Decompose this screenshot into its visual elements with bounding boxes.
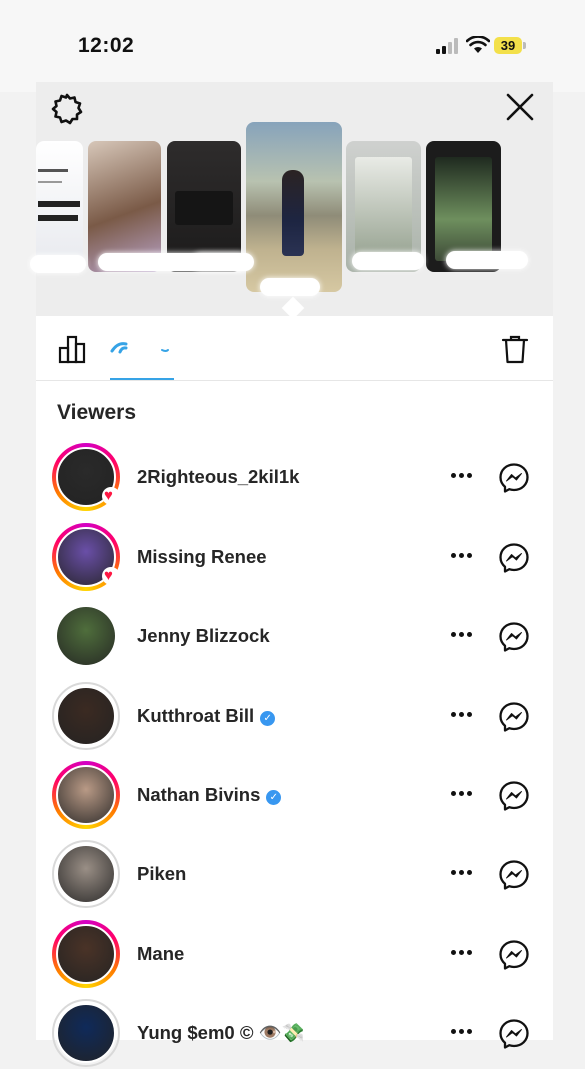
signal-icon — [436, 38, 458, 54]
trash-icon[interactable] — [500, 334, 530, 364]
status-time: 12:02 — [78, 34, 135, 57]
more-options-icon[interactable] — [449, 704, 475, 724]
viewer-username[interactable]: Missing Renee — [137, 546, 267, 568]
viewer-username-text: Kutthroat Bill — [137, 705, 255, 726]
redaction-scribble — [192, 253, 254, 271]
avatar-photo — [56, 686, 116, 746]
avatar-photo — [56, 924, 116, 984]
eye-icon[interactable] — [110, 338, 174, 360]
viewer-username[interactable]: Kutthroat Bill ✓ — [137, 705, 276, 727]
redaction-scribble — [260, 278, 320, 296]
avatar-photo — [56, 844, 116, 904]
redaction-scribble — [352, 252, 424, 270]
avatar-photo — [56, 765, 116, 825]
more-options-icon[interactable] — [449, 545, 475, 565]
messenger-icon[interactable] — [498, 462, 530, 494]
messenger-icon[interactable] — [498, 1018, 530, 1050]
more-options-icon[interactable] — [449, 465, 475, 485]
viewer-username[interactable]: Piken — [137, 863, 186, 885]
avatar[interactable] — [52, 682, 120, 750]
viewer-row[interactable]: Nathan Bivins ✓ — [36, 761, 553, 831]
viewer-row[interactable]: ♥ 2Righteous_2kil1k — [36, 443, 553, 513]
redaction-scribble — [30, 255, 86, 273]
redaction-scribble — [446, 251, 528, 269]
viewer-row[interactable]: ♥ Missing Renee — [36, 523, 553, 593]
avatar-photo — [57, 607, 115, 665]
viewer-username-text: Piken — [137, 863, 187, 884]
messenger-icon[interactable] — [498, 701, 530, 733]
viewer-username-text: Missing Renee — [137, 546, 267, 567]
settings-icon[interactable] — [50, 92, 84, 126]
verified-badge-icon: ✓ — [260, 711, 276, 726]
more-options-icon[interactable] — [449, 624, 475, 644]
avatar[interactable] — [52, 840, 120, 908]
avatar-photo — [56, 1003, 116, 1063]
story-thumbnail-1[interactable] — [36, 141, 83, 272]
messenger-icon[interactable] — [498, 780, 530, 812]
close-icon[interactable] — [503, 90, 537, 124]
battery-icon: 39 — [494, 37, 526, 55]
viewer-username[interactable]: Yung $em0 © 👁️💸 — [137, 1022, 305, 1044]
messenger-icon[interactable] — [498, 542, 530, 574]
viewers-heading: Viewers — [57, 401, 137, 424]
viewer-username-text: 2Righteous_2kil1k — [137, 466, 300, 487]
viewer-username[interactable]: 2Righteous_2kil1k — [137, 466, 299, 488]
viewer-row[interactable]: Piken — [36, 840, 553, 910]
messenger-icon[interactable] — [498, 939, 530, 971]
heart-icon: ♥ — [102, 487, 120, 505]
viewer-username-text: Jenny Blizzock — [137, 625, 270, 646]
story-thumbnail-4-selected[interactable] — [246, 122, 342, 292]
status-bar: 12:02 39 — [0, 0, 585, 92]
viewer-username-text: Nathan Bivins — [137, 784, 261, 805]
messenger-icon[interactable] — [498, 859, 530, 891]
viewer-username-text: Mane — [137, 943, 185, 964]
more-options-icon[interactable] — [449, 862, 475, 882]
viewer-row[interactable]: Mane — [36, 920, 553, 990]
viewer-row[interactable]: Kutthroat Bill ✓ — [36, 682, 553, 752]
viewer-row[interactable]: Yung $em0 © 👁️💸 — [36, 999, 553, 1069]
viewer-username[interactable]: Nathan Bivins ✓ — [137, 784, 282, 806]
avatar[interactable] — [52, 920, 120, 988]
avatar[interactable]: ♥ — [52, 523, 120, 591]
heart-icon: ♥ — [102, 567, 120, 585]
battery-level: 39 — [494, 37, 522, 54]
avatar[interactable] — [52, 602, 120, 670]
more-options-icon[interactable] — [449, 1021, 475, 1041]
avatar[interactable] — [52, 999, 120, 1067]
verified-badge-icon: ✓ — [266, 790, 282, 805]
active-tab-indicator — [110, 378, 174, 380]
avatar[interactable]: ♥ — [52, 443, 120, 511]
viewer-username[interactable]: Mane — [137, 943, 184, 965]
viewer-username[interactable]: Jenny Blizzock — [137, 625, 270, 647]
messenger-icon[interactable] — [498, 621, 530, 653]
more-options-icon[interactable] — [449, 942, 475, 962]
more-options-icon[interactable] — [449, 783, 475, 803]
avatar[interactable] — [52, 761, 120, 829]
bar-chart-icon[interactable] — [58, 334, 88, 364]
wifi-icon — [466, 36, 490, 53]
viewer-row[interactable]: Jenny Blizzock — [36, 602, 553, 672]
